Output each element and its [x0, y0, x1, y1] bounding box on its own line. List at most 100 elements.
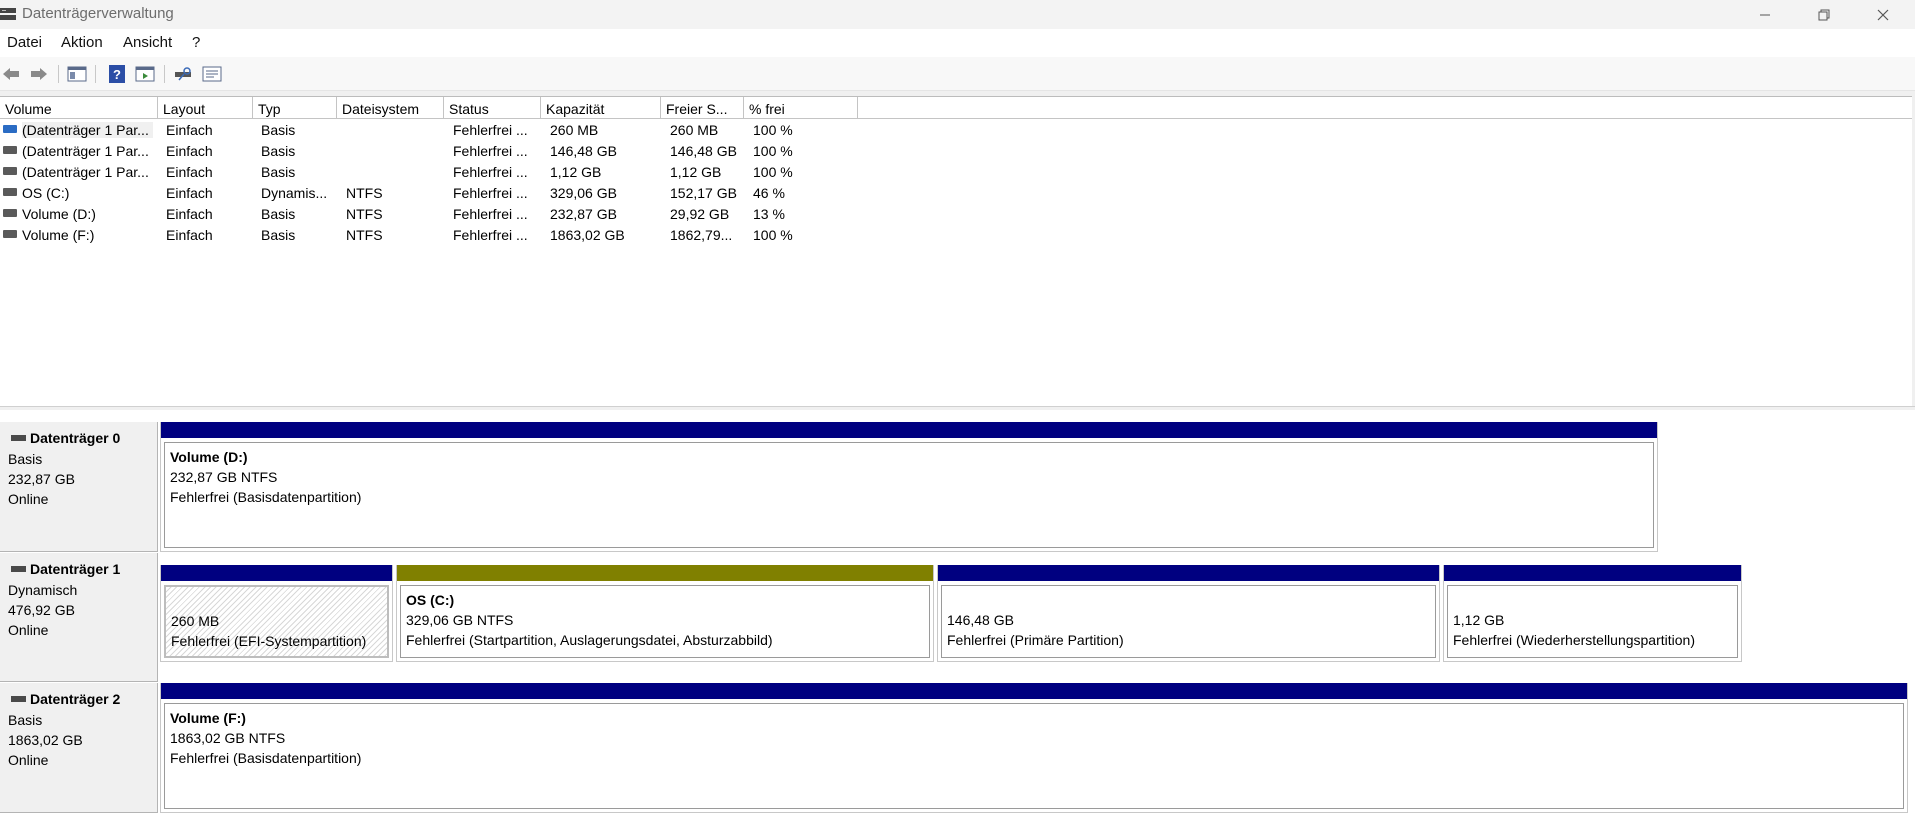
column-header-volume[interactable]: Volume: [0, 97, 158, 119]
disk-label-1[interactable]: Datenträger 1 Dynamisch 476,92 GB Online: [0, 553, 158, 682]
menu-help[interactable]: ?: [192, 34, 200, 51]
svg-text:?: ?: [113, 67, 121, 82]
connect-button[interactable]: [173, 63, 195, 85]
cell-layout: Einfach: [166, 143, 213, 159]
column-header-status[interactable]: Status: [444, 97, 541, 119]
cell-freier-speicher: 1862,79...: [670, 227, 733, 243]
table-row[interactable]: (Datenträger 1 Par... Einfach Basis Fehl…: [0, 162, 860, 183]
partition-status: Fehlerfrei (EFI-Systempartition): [171, 633, 367, 649]
cell-freier-speicher: 260 MB: [670, 122, 719, 138]
table-row[interactable]: (Datenträger 1 Par... Einfach Basis Fehl…: [0, 120, 860, 141]
partition-body: 146,48 GB Fehlerfrei (Primäre Partition): [941, 585, 1436, 658]
disk-name: Datenträger 1: [30, 561, 121, 577]
cell-layout: Einfach: [166, 164, 213, 180]
cell-status: Fehlerfrei ...: [453, 143, 528, 159]
partition-body: Volume (F:) 1863,02 GB NTFS Fehlerfrei (…: [164, 703, 1904, 809]
table-row[interactable]: OS (C:) Einfach Dynamis... NTFS Fehlerfr…: [0, 183, 860, 204]
minimize-icon: [1760, 14, 1770, 15]
disk-label-2[interactable]: Datenträger 2 Basis 1863,02 GB Online: [0, 683, 158, 813]
column-header-layout[interactable]: Layout: [158, 97, 253, 119]
table-row[interactable]: Volume (F:) Einfach Basis NTFS Fehlerfre…: [0, 225, 860, 246]
partition-status: Fehlerfrei (Basisdatenpartition): [170, 750, 362, 766]
menu-ansicht[interactable]: Ansicht: [123, 34, 172, 51]
cell-kapazitaet: 1863,02 GB: [550, 227, 625, 243]
partition-status: Fehlerfrei (Startpartition, Auslagerungs…: [406, 632, 773, 648]
cell-typ: Basis: [261, 164, 296, 180]
disk-size: 476,92 GB: [8, 602, 75, 618]
toolbar-separator: [95, 65, 96, 83]
cell-typ: Basis: [261, 143, 296, 159]
disk-name: Datenträger 0: [30, 430, 121, 446]
partition-detail: 146,48 GB: [947, 612, 1014, 628]
column-header-prozent-frei[interactable]: % frei: [744, 97, 858, 119]
partition-name: [1453, 590, 1737, 610]
disk-state: Online: [8, 622, 49, 638]
partition-name: [171, 591, 387, 611]
partition-status: Fehlerfrei (Basisdatenpartition): [170, 489, 362, 505]
disk-label-0[interactable]: Datenträger 0 Basis 232,87 GB Online: [0, 422, 158, 552]
disk-row-2: Datenträger 2 Basis 1863,02 GB Online Vo…: [0, 683, 1915, 813]
disk-state: Online: [8, 491, 49, 507]
partition-name: Volume (F:): [170, 710, 246, 726]
disk-management-app-icon: [0, 8, 16, 20]
volume-icon: [3, 209, 17, 217]
toolbar-separator: [164, 65, 165, 83]
disk-type: Dynamisch: [8, 582, 78, 598]
partition-body: Volume (D:) 232,87 GB NTFS Fehlerfrei (B…: [164, 442, 1654, 548]
cell-volume: Volume (F:): [22, 227, 95, 243]
partition-volume-d[interactable]: Volume (D:) 232,87 GB NTFS Fehlerfrei (B…: [160, 422, 1658, 552]
partition-name: Volume (D:): [170, 449, 248, 465]
menu-datei[interactable]: Datei: [7, 34, 42, 51]
toolbar: ?: [0, 57, 1915, 91]
volume-icon: [3, 167, 17, 175]
partition-detail: 329,06 GB NTFS: [406, 612, 514, 628]
restore-button[interactable]: [1795, 0, 1853, 29]
cell-prozent-frei: 100 %: [753, 143, 793, 159]
back-button[interactable]: [0, 63, 22, 85]
connect-icon: [175, 67, 191, 81]
close-button[interactable]: [1854, 0, 1912, 29]
partition-recovery[interactable]: 1,12 GB Fehlerfrei (Wiederherstellungspa…: [1443, 565, 1742, 662]
partition-primary[interactable]: 146,48 GB Fehlerfrei (Primäre Partition): [937, 565, 1440, 662]
partition-os-c[interactable]: OS (C:) 329,06 GB NTFS Fehlerfrei (Start…: [396, 565, 934, 662]
cell-prozent-frei: 100 %: [753, 164, 793, 180]
cell-volume: OS (C:): [22, 185, 70, 201]
cell-freier-speicher: 152,17 GB: [670, 185, 737, 201]
cell-status: Fehlerfrei ...: [453, 122, 528, 138]
partition-name: OS (C:): [406, 592, 455, 608]
cell-status: Fehlerfrei ...: [453, 185, 528, 201]
action-pane-button[interactable]: [134, 63, 156, 85]
menu-aktion[interactable]: Aktion: [61, 34, 103, 51]
minimize-button[interactable]: [1736, 0, 1794, 29]
cell-prozent-frei: 13 %: [753, 206, 785, 222]
help-button[interactable]: ?: [106, 63, 128, 85]
volume-list[interactable]: Volume Layout Typ Dateisystem Status Kap…: [0, 96, 1912, 406]
table-row[interactable]: Volume (D:) Einfach Basis NTFS Fehlerfre…: [0, 204, 860, 225]
cell-typ: Basis: [261, 206, 296, 222]
column-header-kapazitaet[interactable]: Kapazität: [541, 97, 661, 119]
cell-dateisystem: NTFS: [346, 185, 383, 201]
disk-row-0: Datenträger 0 Basis 232,87 GB Online Vol…: [0, 422, 1915, 552]
column-header-freier-speicher[interactable]: Freier S...: [661, 97, 744, 119]
volume-icon: [3, 230, 17, 238]
column-header-typ[interactable]: Typ: [253, 97, 337, 119]
table-row[interactable]: (Datenträger 1 Par... Einfach Basis Fehl…: [0, 141, 860, 162]
cell-freier-speicher: 1,12 GB: [670, 164, 722, 180]
cell-freier-speicher: 146,48 GB: [670, 143, 737, 159]
disk-size: 1863,02 GB: [8, 732, 83, 748]
partition-detail: 232,87 GB NTFS: [170, 469, 278, 485]
cell-kapazitaet: 146,48 GB: [550, 143, 617, 159]
cell-layout: Einfach: [166, 227, 213, 243]
forward-icon: [31, 68, 47, 80]
forward-button[interactable]: [28, 63, 50, 85]
column-header-dateisystem[interactable]: Dateisystem: [337, 97, 444, 119]
partition-efi[interactable]: 260 MB Fehlerfrei (EFI-Systempartition): [160, 565, 393, 662]
cell-dateisystem: NTFS: [346, 227, 383, 243]
console-tree-button[interactable]: [66, 63, 88, 85]
partition-volume-f[interactable]: Volume (F:) 1863,02 GB NTFS Fehlerfrei (…: [160, 683, 1908, 813]
partition-status: Fehlerfrei (Wiederherstellungspartition): [1453, 632, 1695, 648]
properties-button[interactable]: [201, 63, 223, 85]
window-title: Datenträgerverwaltung: [22, 5, 174, 22]
disk-icon: [11, 435, 26, 442]
partition-status: Fehlerfrei (Primäre Partition): [947, 632, 1124, 648]
